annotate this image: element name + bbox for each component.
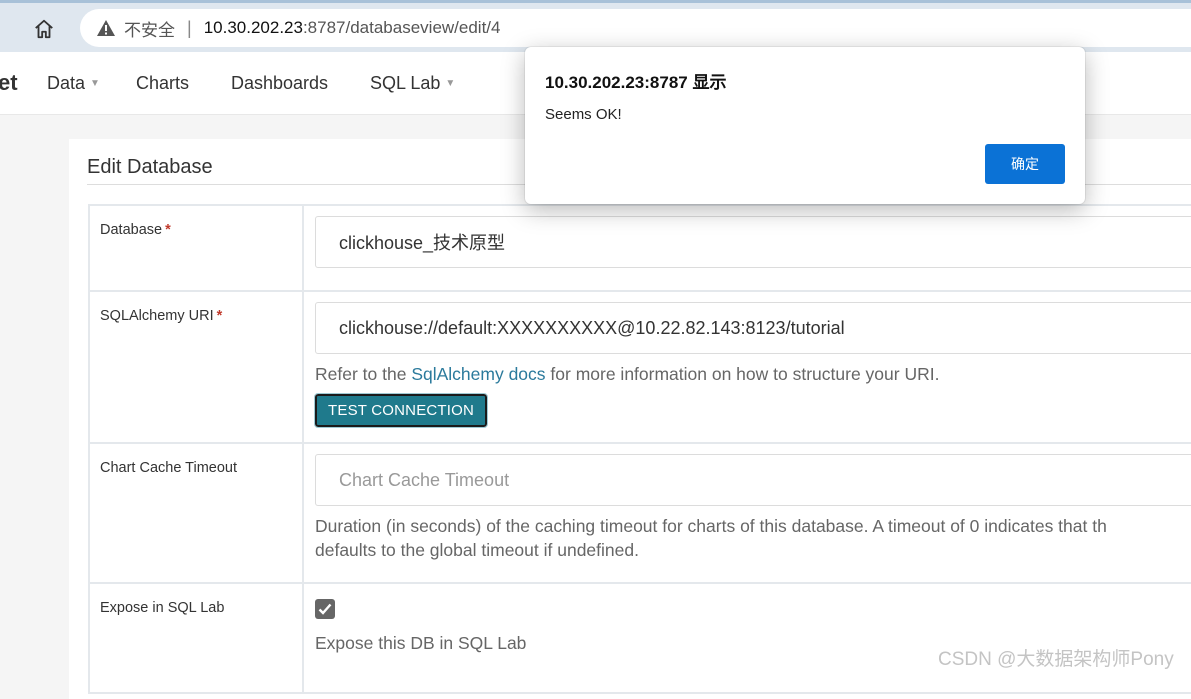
insecure-label[interactable]: 不安全 — [124, 16, 175, 41]
cache-label-cell: Chart Cache Timeout — [88, 442, 304, 584]
cache-help-text: Duration (in seconds) of the caching tim… — [315, 514, 1191, 562]
cache-help-line-1: Duration (in seconds) of the caching tim… — [315, 516, 1107, 536]
cache-field-cell: Chart Cache Timeout Duration (in seconds… — [302, 442, 1191, 584]
required-mark: * — [216, 308, 223, 324]
database-label-cell: Database * — [88, 204, 304, 292]
nav-dashboards[interactable]: Dashboards — [231, 73, 328, 94]
uri-field-cell: clickhouse://default:XXXXXXXXXX@10.22.82… — [302, 290, 1191, 444]
home-button[interactable] — [28, 15, 60, 43]
cache-timeout-label: Chart Cache Timeout — [100, 460, 238, 476]
dialog-ok-button[interactable]: 确定 — [985, 144, 1065, 184]
page-title: Edit Database — [87, 156, 213, 178]
dialog-message: Seems OK! — [545, 106, 622, 123]
nav-dashboards-label: Dashboards — [231, 73, 329, 93]
database-label: Database — [100, 222, 163, 238]
nav-charts[interactable]: Charts — [136, 73, 189, 94]
required-mark: * — [165, 222, 171, 238]
sqlalchemy-uri-input[interactable]: clickhouse://default:XXXXXXXXXX@10.22.82… — [315, 302, 1191, 354]
expose-sql-lab-label: Expose in SQL Lab — [100, 600, 225, 616]
nav-sql-lab[interactable]: SQL Lab ▼ — [370, 73, 455, 94]
form-row-cache-timeout: Chart Cache Timeout Chart Cache Timeout … — [88, 442, 1191, 584]
dialog-title: 10.30.202.23:8787 显示 — [545, 73, 727, 92]
warning-icon — [96, 18, 116, 38]
watermark: CSDN @大数据架构师Pony — [938, 649, 1174, 670]
uri-label: SQLAlchemy URI — [100, 308, 214, 324]
home-icon — [35, 19, 53, 39]
form-row-uri: SQLAlchemy URI * clickhouse://default:XXX… — [88, 290, 1191, 444]
expose-sql-lab-checkbox[interactable] — [315, 599, 335, 619]
address-bar[interactable]: 不安全 | 10.30.202.23:8787/databaseview/edi… — [80, 9, 1191, 47]
check-icon — [318, 603, 332, 615]
nav-sql-lab-label: SQL Lab — [370, 73, 441, 93]
uri-help-suffix: for more information on how to structure… — [545, 364, 940, 384]
sqlalchemy-docs-link[interactable]: SqlAlchemy docs — [411, 364, 545, 384]
nav-data[interactable]: Data ▼ — [47, 73, 100, 94]
uri-help-text: Refer to the SqlAlchemy docs for more in… — [315, 362, 1191, 386]
url-separator: | — [187, 17, 192, 38]
cache-help-line-2: defaults to the global timeout if undefi… — [315, 540, 639, 560]
caret-down-icon: ▼ — [445, 78, 456, 89]
nav-data-label: Data — [47, 73, 86, 93]
edit-database-panel: Edit Database Database * clickhouse_技术原型 … — [69, 139, 1191, 699]
database-field-cell: clickhouse_技术原型 — [302, 204, 1191, 292]
database-form: Database * clickhouse_技术原型 SQLAlchemy URI… — [88, 204, 1191, 694]
uri-help-prefix: Refer to the — [315, 364, 412, 384]
database-name-input[interactable]: clickhouse_技术原型 — [315, 216, 1191, 268]
test-connection-button[interactable]: TEST CONNECTION — [313, 393, 489, 428]
brand-logo[interactable]: et — [0, 70, 18, 96]
url-host: 10.30.202.23 — [203, 18, 303, 37]
browser-toolbar: 不安全 | 10.30.202.23:8787/databaseview/edi… — [0, 0, 1191, 52]
url-path: :8787/databaseview/edit/4 — [302, 18, 501, 37]
alert-dialog: 10.30.202.23:8787 显示 Seems OK! 确定 — [525, 47, 1085, 204]
caret-down-icon: ▼ — [90, 78, 100, 89]
nav-charts-label: Charts — [136, 73, 190, 93]
uri-label-cell: SQLAlchemy URI * — [88, 290, 304, 444]
form-row-database: Database * clickhouse_技术原型 — [88, 204, 1191, 292]
cache-timeout-input[interactable]: Chart Cache Timeout — [315, 454, 1191, 506]
